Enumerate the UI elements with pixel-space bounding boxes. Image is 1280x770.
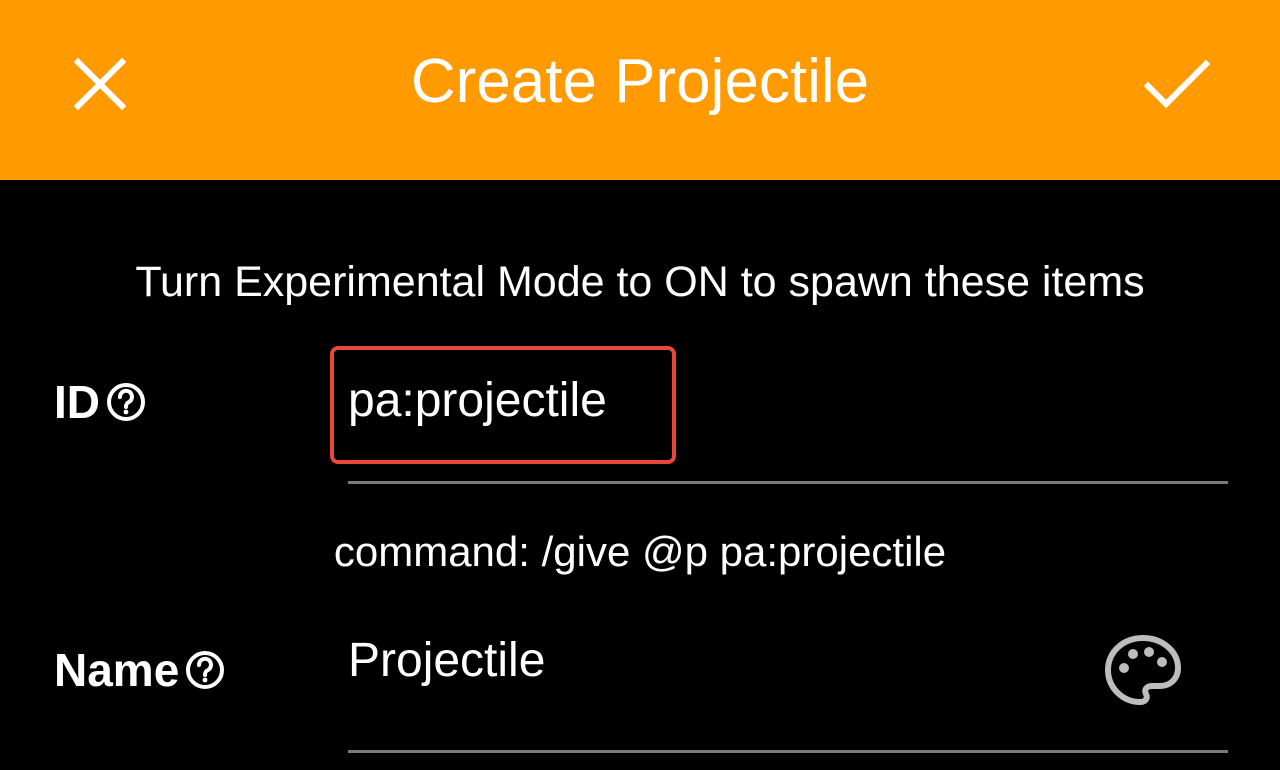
confirm-button[interactable]	[1136, 48, 1216, 120]
name-input-underline	[348, 750, 1228, 753]
experimental-mode-notice: Turn Experimental Mode to ON to spawn th…	[135, 258, 1145, 306]
color-palette-button[interactable]	[1102, 632, 1184, 708]
check-icon	[1143, 59, 1211, 109]
help-circle-icon[interactable]	[183, 648, 227, 692]
name-label: Name	[54, 644, 180, 696]
command-preview: command: /give @p pa:projectile	[333, 528, 947, 575]
app-bar: Create Projectile	[0, 0, 1280, 180]
palette-icon	[1105, 635, 1181, 705]
id-label: ID	[54, 376, 100, 428]
name-label-group: Name	[54, 638, 227, 702]
name-input[interactable]	[348, 628, 1048, 692]
id-input[interactable]	[348, 368, 668, 432]
page-title: Create Projectile	[410, 47, 870, 116]
id-label-group: ID	[54, 370, 148, 434]
id-input-underline	[348, 481, 1228, 484]
help-circle-icon[interactable]	[104, 380, 148, 424]
